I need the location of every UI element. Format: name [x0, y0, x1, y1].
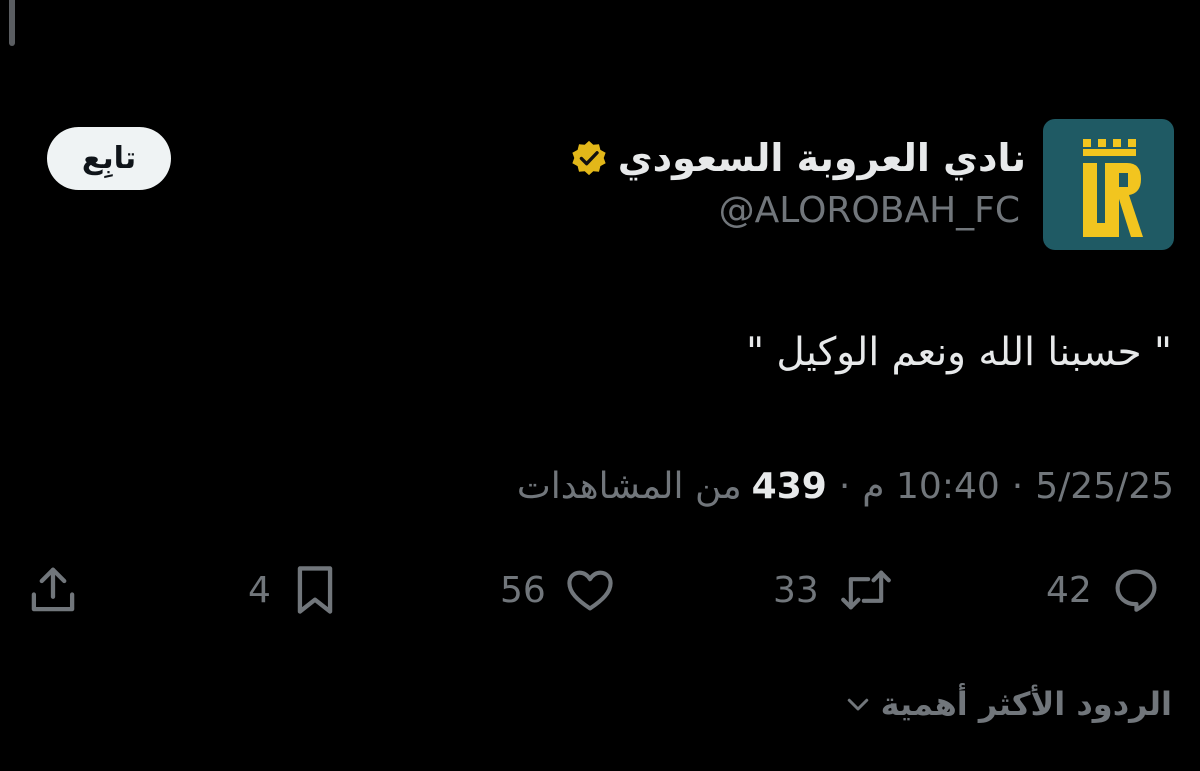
scroll-indicator[interactable] — [9, 0, 15, 46]
reply-button[interactable]: 42 — [1046, 560, 1162, 620]
retweet-icon — [841, 570, 891, 610]
tweet-text: " حسبنا الله ونعم الوكيل " — [746, 330, 1172, 375]
tweet-time[interactable]: 10:40 م — [862, 466, 999, 507]
bookmark-count: 4 — [248, 569, 271, 611]
chevron-down-icon — [847, 698, 868, 711]
handle[interactable]: @ALOROBAH_FC — [719, 190, 1020, 231]
heart-icon — [567, 570, 613, 611]
replies-sort-toggle[interactable]: الردود الأكثر أهمية — [843, 680, 1172, 728]
bookmark-button[interactable]: 4 — [248, 560, 341, 620]
display-name[interactable]: نادي العروبة السعودي — [618, 136, 1026, 180]
like-count: 56 — [500, 569, 546, 611]
retweet-button[interactable]: 33 — [773, 560, 895, 620]
tweet-meta: 5/25/25 · 10:40 م · 439 من المشاهدات — [517, 466, 1174, 507]
retweet-count: 33 — [773, 569, 819, 611]
meta-separator: · — [1011, 466, 1024, 507]
verified-badge-icon — [572, 140, 606, 176]
reply-count: 42 — [1046, 569, 1092, 611]
reply-icon — [1115, 569, 1157, 612]
display-name-row[interactable]: نادي العروبة السعودي — [570, 128, 1026, 188]
tweet-date[interactable]: 5/25/25 — [1035, 466, 1174, 507]
views-label[interactable]: من المشاهدات — [517, 466, 742, 507]
club-logo — [1083, 139, 1143, 237]
share-icon — [31, 567, 75, 612]
meta-separator: · — [838, 466, 851, 507]
replies-sort-label: الردود الأكثر أهمية — [880, 685, 1172, 723]
like-button[interactable]: 56 — [500, 560, 616, 620]
action-bar: 42 33 56 4 — [0, 560, 1200, 620]
views-count[interactable]: 439 — [752, 466, 827, 507]
avatar[interactable] — [1043, 119, 1174, 250]
follow-button[interactable]: تابِع — [47, 127, 171, 190]
share-button[interactable] — [26, 560, 80, 620]
bookmark-icon — [297, 566, 333, 614]
